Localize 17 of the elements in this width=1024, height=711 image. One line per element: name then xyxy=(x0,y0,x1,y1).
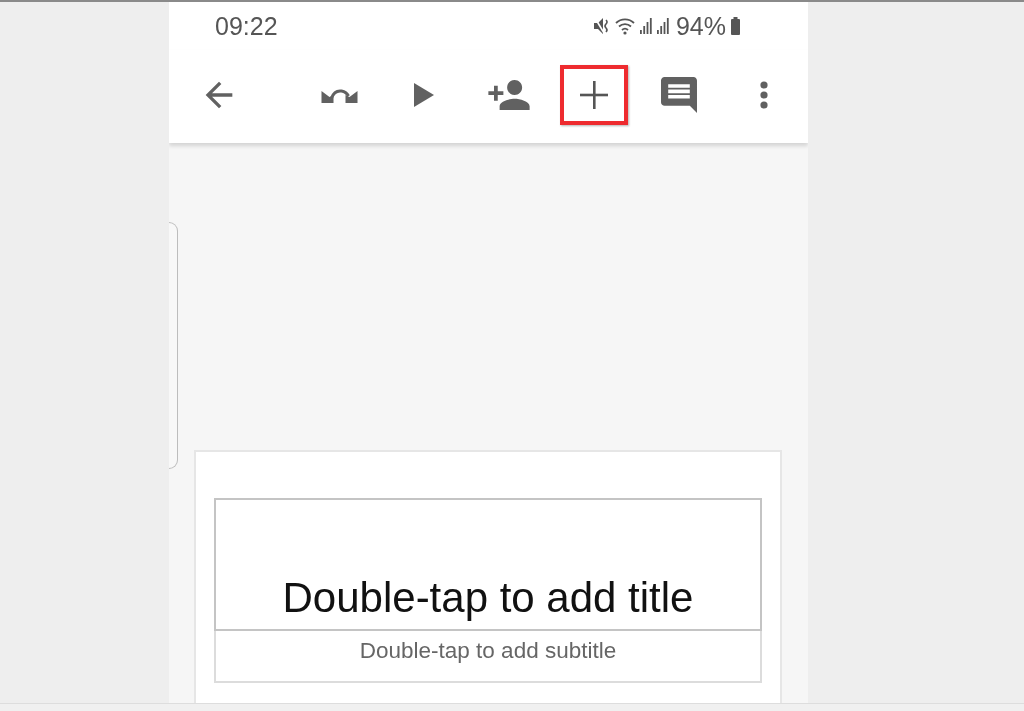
plus-icon xyxy=(580,81,608,109)
add-person-icon xyxy=(488,80,530,110)
signal-icon xyxy=(656,18,669,34)
play-icon xyxy=(414,83,434,107)
add-button[interactable] xyxy=(560,65,628,125)
wifi-icon xyxy=(614,17,635,35)
title-field[interactable]: Double-tap to add title xyxy=(214,498,762,631)
back-arrow-icon xyxy=(204,80,234,110)
comment-icon xyxy=(660,77,698,113)
curved-arrows-icon xyxy=(320,87,358,103)
mute-icon xyxy=(593,17,610,35)
signal-icon xyxy=(639,18,652,34)
more-options-icon xyxy=(760,81,768,109)
battery-icon xyxy=(731,17,740,35)
subtitle-field[interactable]: Double-tap to add subtitle xyxy=(214,631,762,683)
battery-percent: 94% xyxy=(675,11,726,41)
clock-time: 09:22 xyxy=(215,11,278,41)
